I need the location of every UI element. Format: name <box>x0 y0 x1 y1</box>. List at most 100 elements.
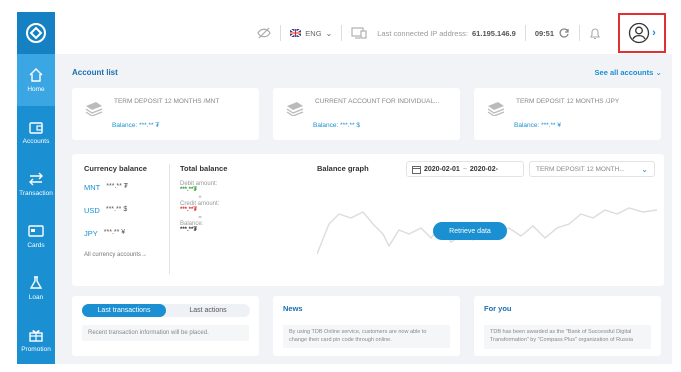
account-name: TERM DEPOSIT 12 MONTHS /JPY <box>516 98 620 105</box>
currency-value: ***.** $ <box>105 206 128 213</box>
currency-value: ***.** ¥ <box>103 229 126 236</box>
tab-last-actions[interactable]: Last actions <box>166 304 250 317</box>
eye-off-icon <box>257 27 271 39</box>
transfer-icon <box>29 172 43 186</box>
for-you-card[interactable]: For you TDB has been awarded as the "Ban… <box>474 296 661 356</box>
all-currency-accounts-link[interactable]: All currency accounts→ <box>84 252 168 258</box>
monitor-icon <box>351 27 367 39</box>
section-title: Account list <box>72 67 118 77</box>
for-you-title: For you <box>484 304 512 313</box>
account-balance: Balance: ***.** ₮ <box>112 122 160 129</box>
news-card[interactable]: News By using TDB Online service, custom… <box>273 296 460 356</box>
ip-value: 61.195.146.9 <box>472 28 516 38</box>
sidebar-item-label: Promotion <box>21 346 51 353</box>
sidebar-item-loan[interactable]: Loan <box>17 262 55 314</box>
currency-row[interactable]: MNT ***.** ₮ <box>84 183 168 192</box>
currency-value: ***.** ₮ <box>106 183 129 190</box>
sidebar-item-label: Accounts <box>22 138 50 145</box>
see-all-label: See all accounts <box>594 67 654 77</box>
wallet-icon <box>29 122 43 134</box>
profile-button[interactable]: › <box>618 13 666 53</box>
sidebar-item-promotion[interactable]: Promotion <box>17 314 55 366</box>
sidebar-item-label: Home <box>27 86 45 93</box>
credit-value: ***.**₮ <box>180 207 198 213</box>
date-from: 2020-02-01 <box>424 165 460 173</box>
calendar-icon <box>412 165 421 174</box>
transactions-tabs: Last transactions Last actions <box>82 304 250 317</box>
sidebar-item-label: Loan <box>28 294 44 301</box>
currency-balance-title: Currency balance <box>84 164 147 173</box>
chevron-right-icon: › <box>652 27 656 39</box>
account-balance: Balance: ***.** $ <box>313 122 360 129</box>
date-to: 2020-02- <box>469 165 498 173</box>
currency-code: MNT <box>84 183 101 192</box>
transactions-empty-message: Recent transaction information will be p… <box>82 325 249 341</box>
total-balance-title: Total balance <box>180 164 228 173</box>
debit-value: ***.**₮ <box>180 187 198 193</box>
app-root: Home Accounts Transaction Cards Loan Pro… <box>0 0 681 372</box>
divider <box>169 164 170 274</box>
account-select[interactable]: TERM DEPOSIT 12 MONTH... ⌄ <box>529 161 655 177</box>
account-name: TERM DEPOSIT 12 MONTHS /MNT <box>114 98 220 105</box>
user-avatar-icon <box>629 22 650 44</box>
tab-last-transactions[interactable]: Last transactions <box>82 304 166 317</box>
last-ip-info: Last connected IP address: 61.195.146.9 <box>342 23 525 43</box>
bottom-cards: Last transactions Last actions Recent tr… <box>72 296 662 356</box>
language-select[interactable]: ENG ⌄ <box>281 23 341 43</box>
refresh-icon[interactable] <box>558 27 570 39</box>
account-select-value: TERM DEPOSIT 12 MONTH... <box>536 165 625 173</box>
retrieve-data-button[interactable]: Retrieve data <box>433 222 507 240</box>
money-stack-icon <box>85 102 103 116</box>
account-cards: TERM DEPOSIT 12 MONTHS /MNT Balance: ***… <box>72 88 662 140</box>
money-stack-icon <box>487 102 505 116</box>
sidebar-item-home[interactable]: Home <box>17 54 55 106</box>
ip-label: Last connected IP address: <box>377 28 469 38</box>
news-text: By using TDB Online service, customers a… <box>283 325 450 349</box>
sidebar-item-cards[interactable]: Cards <box>17 210 55 262</box>
currency-balance: Currency balance MNT ***.** ₮ USD ***.**… <box>84 164 168 258</box>
see-all-accounts-link[interactable]: See all accounts ⌄ <box>595 68 662 77</box>
gift-icon <box>29 330 43 342</box>
date-range-picker[interactable]: 2020-02-01 ~ 2020-02- <box>406 161 524 177</box>
chevron-down-icon: ⌄ <box>655 67 662 77</box>
card-icon <box>28 225 44 237</box>
total-balance: Total balance Debit amount: ***.**₮ + Cr… <box>180 164 250 233</box>
chevron-down-icon: ⌄ <box>641 164 648 174</box>
session-timer[interactable]: 09:51 <box>526 23 579 43</box>
currency-row[interactable]: USD ***.** $ <box>84 206 168 215</box>
chevron-down-icon: ⌄ <box>325 28 333 38</box>
date-separator: ~ <box>462 165 467 173</box>
currency-code: JPY <box>84 229 98 238</box>
logo-icon <box>26 23 46 43</box>
account-card[interactable]: CURRENT ACCOUNT FOR INDIVIDUAL... Balanc… <box>273 88 460 140</box>
topbar: ENG ⌄ Last connected IP address: 61.195.… <box>55 12 672 54</box>
bank-logo[interactable] <box>17 12 55 54</box>
sidebar-item-label: Cards <box>27 242 45 249</box>
account-balance: Balance: ***.** ¥ <box>514 122 561 129</box>
transactions-card: Last transactions Last actions Recent tr… <box>72 296 259 356</box>
main-content: Account list See all accounts ⌄ TERM DEP… <box>55 54 672 364</box>
balance-graph-title: Balance graph <box>317 164 369 173</box>
balance-panel: Currency balance MNT ***.** ₮ USD ***.**… <box>72 154 664 286</box>
currency-row[interactable]: JPY ***.** ¥ <box>84 229 168 238</box>
account-card[interactable]: TERM DEPOSIT 12 MONTHS /JPY Balance: ***… <box>474 88 661 140</box>
sidebar: Home Accounts Transaction Cards Loan Pro… <box>17 12 55 364</box>
balance-value: ***.**₮ <box>180 227 198 233</box>
currency-code: USD <box>84 206 100 215</box>
hide-balance-toggle[interactable] <box>248 23 280 43</box>
for-you-text: TDB has been awarded as the "Bank of Suc… <box>484 325 651 349</box>
account-name: CURRENT ACCOUNT FOR INDIVIDUAL... <box>315 98 440 105</box>
home-icon <box>29 68 43 82</box>
sidebar-item-label: Transaction <box>19 190 53 197</box>
notifications-button[interactable] <box>580 23 610 43</box>
session-time: 09:51 <box>534 28 554 38</box>
language-label: ENG <box>305 28 322 38</box>
sidebar-item-accounts[interactable]: Accounts <box>17 106 55 158</box>
loan-icon <box>29 276 43 289</box>
sidebar-item-transaction[interactable]: Transaction <box>17 158 55 210</box>
account-card[interactable]: TERM DEPOSIT 12 MONTHS /MNT Balance: ***… <box>72 88 259 140</box>
uk-flag-icon <box>290 29 302 37</box>
money-stack-icon <box>286 102 304 116</box>
news-title: News <box>283 304 303 313</box>
account-list-header: Account list See all accounts ⌄ <box>72 64 662 80</box>
